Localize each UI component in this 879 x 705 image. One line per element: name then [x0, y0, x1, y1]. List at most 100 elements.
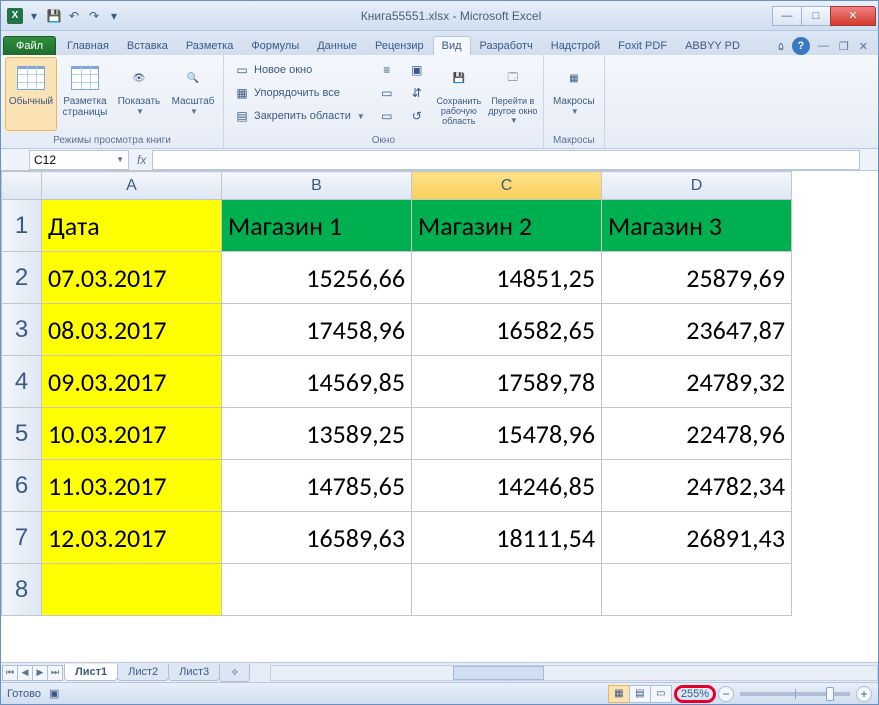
unhide-button[interactable]: ▭	[373, 105, 401, 127]
close-button[interactable]: ✕	[830, 6, 876, 26]
tab-formulas[interactable]: Формулы	[242, 36, 308, 55]
cell[interactable]	[222, 564, 412, 616]
workbook-restore-icon[interactable]: ❐	[837, 39, 851, 54]
row-header[interactable]: 3	[2, 304, 42, 356]
tab-last-icon[interactable]: ⏭	[47, 665, 63, 681]
cell[interactable]: Дата	[42, 200, 222, 252]
tab-view[interactable]: Вид	[433, 36, 471, 55]
side-by-side-button[interactable]: ▣	[403, 59, 431, 81]
row-header[interactable]: 7	[2, 512, 42, 564]
tab-prev-icon[interactable]: ◀	[17, 665, 33, 681]
hide-button[interactable]: ▭	[373, 82, 401, 104]
view-page-break-icon[interactable]: ▭	[650, 685, 672, 703]
cell[interactable]: 14851,25	[412, 252, 602, 304]
row-header[interactable]: 8	[2, 564, 42, 616]
reset-position-button[interactable]: ↺	[403, 105, 431, 127]
tab-file[interactable]: Файл	[3, 36, 56, 55]
col-header-c[interactable]: C	[412, 172, 602, 200]
tab-foxit[interactable]: Foxit PDF	[609, 36, 676, 55]
slider-knob[interactable]	[826, 687, 834, 701]
page-layout-button[interactable]: Разметка страницы	[59, 57, 111, 131]
cell[interactable]: Магазин 2	[412, 200, 602, 252]
view-normal-icon[interactable]: ▦	[608, 685, 630, 703]
new-window-button[interactable]: ▭Новое окно	[228, 59, 371, 81]
tab-home[interactable]: Главная	[58, 36, 118, 55]
qat-dropdown-icon[interactable]: ▾	[25, 7, 43, 25]
zoom-percentage[interactable]: 255%	[674, 685, 716, 703]
macros-button[interactable]: ▦ Макросы ▼	[548, 57, 600, 131]
tab-abbyy[interactable]: ABBYY PD	[676, 36, 749, 55]
cell[interactable]: 10.03.2017	[42, 408, 222, 460]
normal-view-button[interactable]: Обычный	[5, 57, 57, 131]
tab-layout[interactable]: Разметка	[177, 36, 243, 55]
cell[interactable]	[412, 564, 602, 616]
zoom-in-button[interactable]: +	[856, 686, 872, 702]
cell[interactable]: 14246,85	[412, 460, 602, 512]
cell[interactable]: 15478,96	[412, 408, 602, 460]
cell[interactable]: 07.03.2017	[42, 252, 222, 304]
horizontal-scrollbar[interactable]	[270, 665, 878, 681]
tab-addins[interactable]: Надстрой	[542, 36, 609, 55]
arrange-all-button[interactable]: ▦Упорядочить все	[228, 82, 371, 104]
cell[interactable]: 16582,65	[412, 304, 602, 356]
workbook-close-icon[interactable]: ✕	[857, 39, 870, 54]
cell[interactable]: 22478,96	[602, 408, 792, 460]
zoom-slider[interactable]	[740, 692, 850, 696]
cell[interactable]: 24782,34	[602, 460, 792, 512]
save-icon[interactable]: 💾	[45, 7, 63, 25]
row-header[interactable]: 4	[2, 356, 42, 408]
tab-insert[interactable]: Вставка	[118, 36, 177, 55]
cell[interactable]: 14569,85	[222, 356, 412, 408]
split-button[interactable]: ≡	[373, 59, 401, 81]
name-box[interactable]: C12 ▼	[29, 150, 129, 170]
show-button[interactable]: 👁 Показать ▼	[113, 57, 165, 131]
tab-review[interactable]: Рецензир	[366, 36, 433, 55]
tab-data[interactable]: Данные	[308, 36, 366, 55]
col-header-b[interactable]: B	[222, 172, 412, 200]
maximize-button[interactable]: □	[801, 6, 831, 26]
cell[interactable]: 15256,66	[222, 252, 412, 304]
sync-scroll-button[interactable]: ⇵	[403, 82, 431, 104]
row-header[interactable]: 6	[2, 460, 42, 512]
help-icon[interactable]: ?	[792, 37, 810, 55]
cell[interactable]: 17589,78	[412, 356, 602, 408]
cell[interactable]: 09.03.2017	[42, 356, 222, 408]
qat-more-icon[interactable]: ▾	[105, 7, 123, 25]
cell[interactable]: 26891,43	[602, 512, 792, 564]
row-header[interactable]: 2	[2, 252, 42, 304]
row-header[interactable]: 1	[2, 200, 42, 252]
tab-next-icon[interactable]: ▶	[32, 665, 48, 681]
sheet-tab-active[interactable]: Лист1	[64, 664, 118, 681]
tab-developer[interactable]: Разработч	[471, 36, 542, 55]
tab-first-icon[interactable]: ⏮	[2, 665, 18, 681]
scrollbar-thumb[interactable]	[453, 666, 544, 680]
row-header[interactable]: 5	[2, 408, 42, 460]
switch-windows-button[interactable]: 🗔 Перейти в другое окно ▼	[487, 57, 539, 131]
cell[interactable]: 16589,63	[222, 512, 412, 564]
select-all-corner[interactable]	[2, 172, 42, 200]
cell[interactable]: 24789,32	[602, 356, 792, 408]
save-workspace-button[interactable]: 💾 Сохранить рабочую область	[433, 57, 485, 131]
col-header-a[interactable]: A	[42, 172, 222, 200]
zoom-button[interactable]: 🔍 Масштаб ▼	[167, 57, 219, 131]
minimize-button[interactable]: —	[772, 6, 802, 26]
view-page-layout-icon[interactable]: ▤	[629, 685, 651, 703]
cell[interactable]	[42, 564, 222, 616]
ribbon-minimize-icon[interactable]: ۵	[776, 39, 786, 54]
zoom-out-button[interactable]: −	[718, 686, 734, 702]
cell[interactable]: Магазин 1	[222, 200, 412, 252]
cell[interactable]: 17458,96	[222, 304, 412, 356]
col-header-d[interactable]: D	[602, 172, 792, 200]
spreadsheet-grid[interactable]: A B C D 1 Дата Магазин 1 Магазин 2 Магаз…	[1, 171, 792, 616]
cell[interactable]: 11.03.2017	[42, 460, 222, 512]
sheet-tab[interactable]: Лист2	[117, 664, 169, 681]
redo-icon[interactable]: ↷	[85, 7, 103, 25]
namebox-dropdown-icon[interactable]: ▼	[116, 155, 124, 164]
workbook-minimize-icon[interactable]: —	[816, 39, 831, 53]
undo-icon[interactable]: ↶	[65, 7, 83, 25]
cell[interactable]	[602, 564, 792, 616]
fx-button[interactable]: fx	[131, 153, 152, 167]
cell[interactable]: 13589,25	[222, 408, 412, 460]
formula-input[interactable]	[152, 150, 860, 170]
cell[interactable]: 08.03.2017	[42, 304, 222, 356]
